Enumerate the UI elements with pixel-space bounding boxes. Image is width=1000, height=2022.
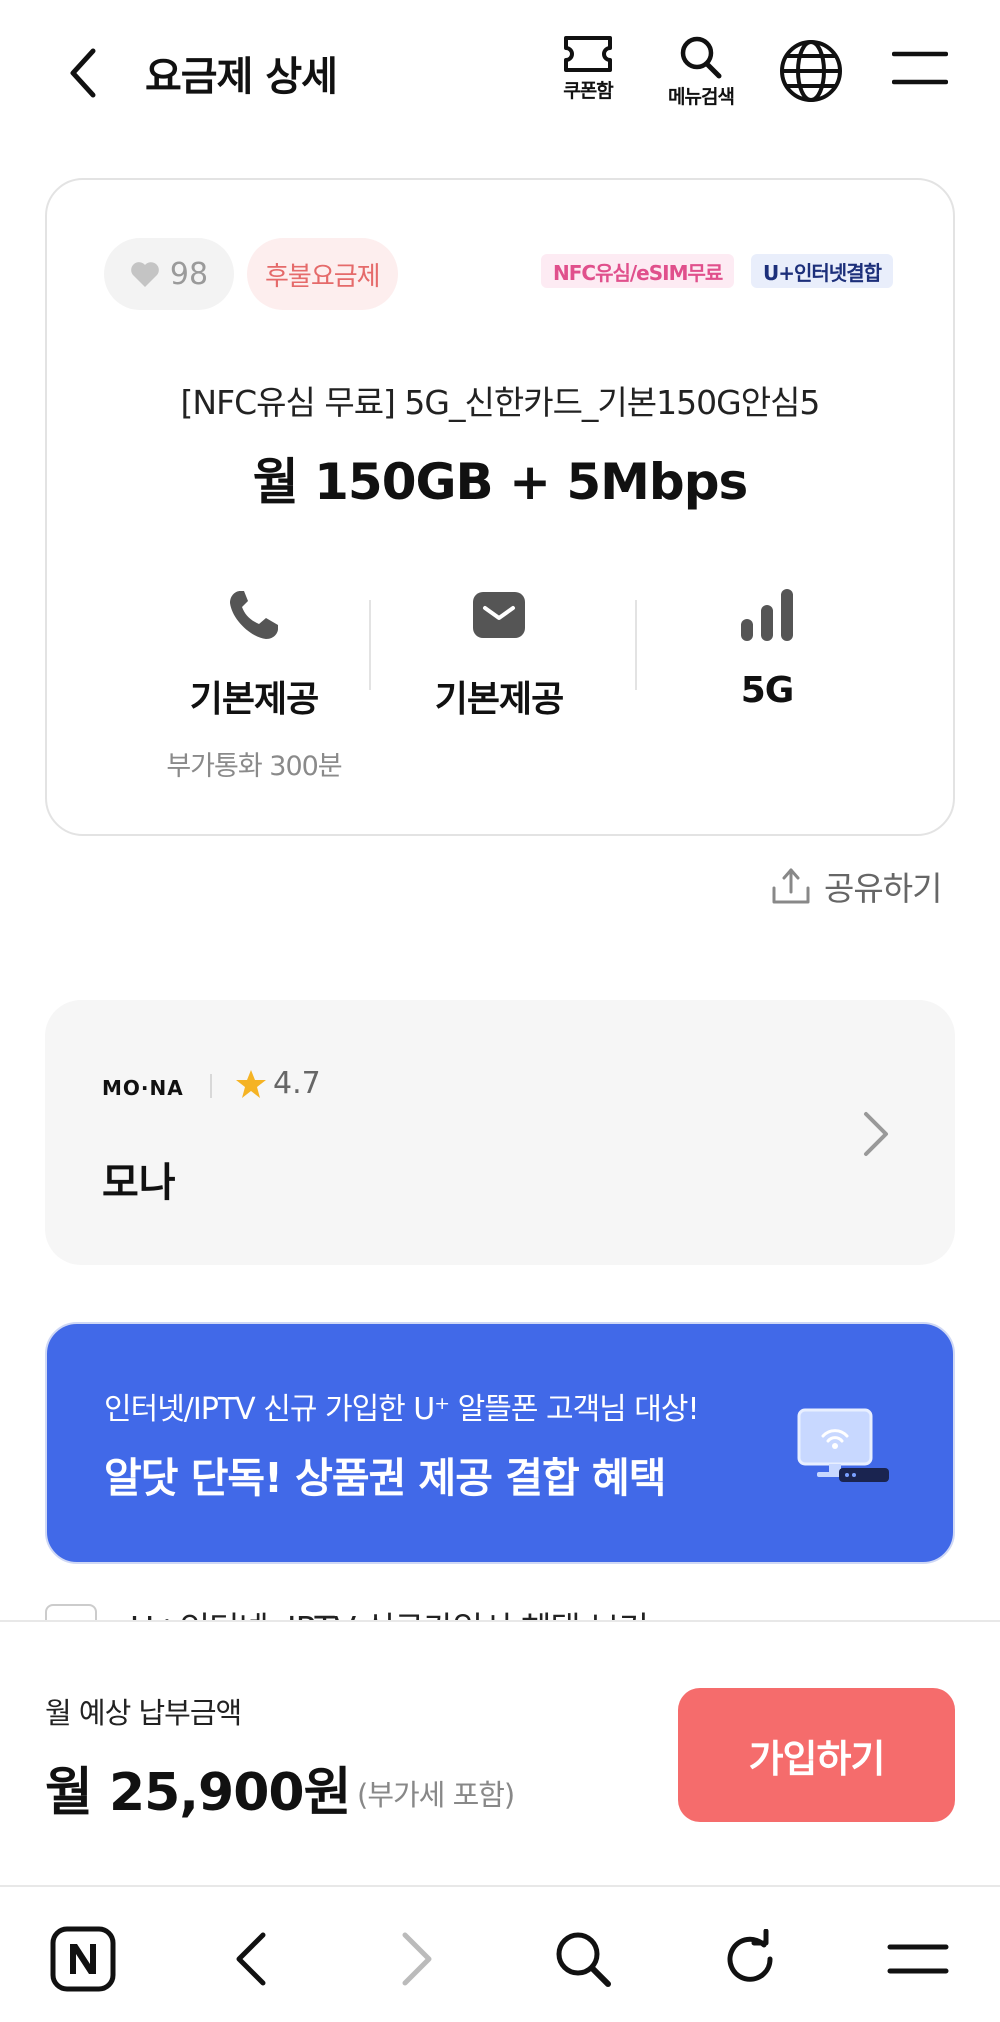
menu-search-button[interactable]: 메뉴검색 <box>655 34 747 109</box>
globe-icon <box>780 40 842 102</box>
divider <box>369 600 371 690</box>
promo-banner[interactable]: 인터넷/IPTV 신규 가입한 U⁺ 알뜰폰 고객님 대상! 알닷 단독! 상품… <box>45 1322 955 1564</box>
browser-search-button[interactable] <box>545 1921 621 1997</box>
plan-data-amount: 월 150GB + 5Mbps <box>252 453 749 511</box>
browser-back-button[interactable] <box>212 1921 288 1997</box>
mvno-provider-card[interactable]: MO·NA 4.7 모나 <box>45 1000 955 1265</box>
share-icon <box>772 868 810 904</box>
coupon-box-button[interactable]: 쿠폰함 <box>555 34 621 103</box>
refresh-icon <box>727 1929 773 1982</box>
heart-icon <box>131 261 159 287</box>
like-count: 98 <box>169 256 209 292</box>
share-label: 공유하기 <box>824 869 942 908</box>
chevron-left-icon <box>236 1932 266 1986</box>
chevron-right-icon <box>402 1932 432 1986</box>
mvno-rating: 4.7 <box>235 1066 321 1101</box>
feature-voice-sub: 부가통화 300분 <box>166 751 342 782</box>
menu-search-label: 메뉴검색 <box>668 86 735 108</box>
divider <box>210 1074 212 1098</box>
divider <box>635 600 637 690</box>
naver-n-icon <box>50 1926 116 1992</box>
ticket-icon <box>564 36 612 72</box>
language-button[interactable] <box>778 38 844 104</box>
banner-title: 알닷 단독! 상품권 제공 결합 혜택 <box>104 1454 666 1502</box>
plan-name: [NFC유심 무료] 5G_신한카드_기본150G안심5 <box>180 383 821 422</box>
browser-forward-button[interactable] <box>380 1921 456 1997</box>
browser-reload-button[interactable] <box>712 1921 788 1997</box>
chevron-left-icon <box>70 48 96 98</box>
plan-card: 98 후불요금제 NFC유심/eSIM무료 U+인터넷결합 [NFC유심 무료]… <box>45 178 955 836</box>
feature-message: 기본제공 <box>379 580 619 722</box>
feature-network-value: 5G <box>740 670 795 711</box>
search-icon <box>556 1932 611 1987</box>
nfc-tag: NFC유심/eSIM무료 <box>541 254 735 288</box>
feature-voice: 기본제공 부가통화 300분 <box>134 580 374 783</box>
feature-network: 5G <box>647 580 887 711</box>
hamburger-icon <box>892 51 948 85</box>
signal-icon <box>741 589 793 641</box>
vat-note: (부가세 포함) <box>357 1778 515 1812</box>
coupon-label: 쿠폰함 <box>563 80 613 102</box>
app-header: 요금제 상세 쿠폰함 메뉴검색 <box>0 0 1000 145</box>
feature-voice-value: 기본제공 <box>189 679 319 720</box>
browser-menu-button[interactable] <box>880 1921 956 1997</box>
message-icon <box>473 592 525 638</box>
share-button[interactable]: 공유하기 <box>770 862 942 910</box>
page-title: 요금제 상세 <box>145 54 338 100</box>
uplus-internet-tag: U+인터넷결합 <box>751 254 893 288</box>
mvno-name: 모나 <box>102 1160 176 1206</box>
like-button[interactable]: 98 <box>104 238 234 310</box>
menu-button[interactable] <box>892 48 948 88</box>
monthly-price: 월 25,900원 <box>45 1763 351 1823</box>
join-button[interactable]: 가입하기 <box>678 1688 955 1822</box>
hamburger-icon <box>887 1944 949 1974</box>
feature-message-value: 기본제공 <box>434 679 564 720</box>
monthly-estimate-label: 월 예상 납부금액 <box>45 1696 242 1730</box>
browser-toolbar <box>0 1885 1000 2022</box>
mvno-logo: MO·NA <box>102 1076 184 1100</box>
banner-subtitle: 인터넷/IPTV 신규 가입한 U⁺ 알뜰폰 고객님 대상! <box>104 1392 700 1427</box>
chevron-right-icon <box>864 1112 888 1156</box>
purchase-bar: 월 예상 납부금액 월 25,900원 (부가세 포함) 가입하기 <box>0 1620 1000 1885</box>
back-button[interactable] <box>52 38 112 108</box>
search-icon <box>680 36 722 79</box>
postpaid-badge: 후불요금제 <box>247 238 398 310</box>
phone-icon <box>230 591 278 639</box>
star-icon <box>236 1069 266 1098</box>
mvno-rating-value: 4.7 <box>273 1066 321 1101</box>
tv-router-icon <box>797 1408 889 1482</box>
naver-home-button[interactable] <box>45 1921 121 1997</box>
